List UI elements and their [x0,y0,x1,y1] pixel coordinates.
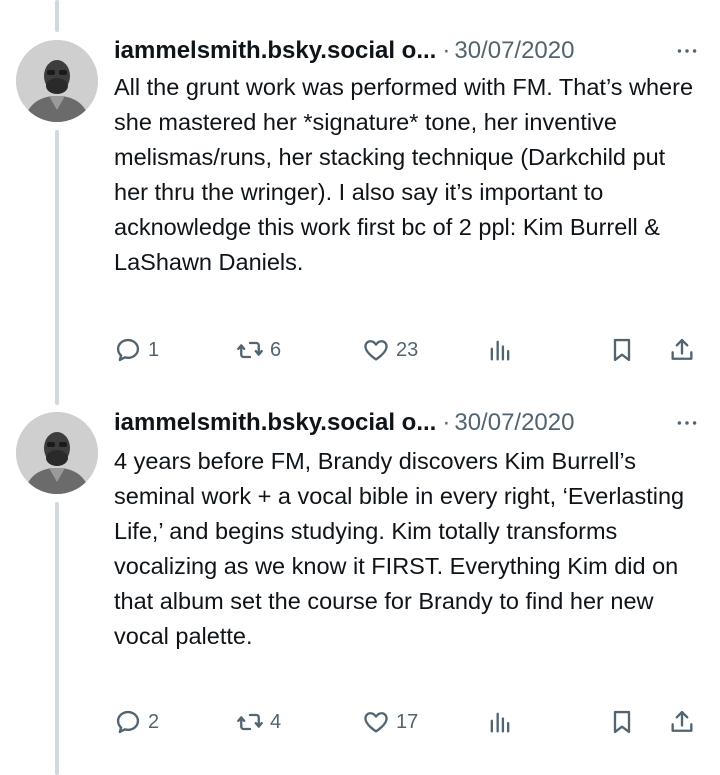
share-icon [671,710,693,732]
separator-dot: · [442,37,451,64]
like-count: 17 [396,710,419,733]
retweet-count: 6 [270,338,282,361]
reply-count: 2 [148,710,160,733]
tweet-actions: 2 4 17 [114,704,704,740]
avatar[interactable] [16,40,98,122]
like-button[interactable]: 23 [362,332,418,368]
retweet-icon [237,341,263,359]
reply-icon [116,710,140,734]
reply-count: 1 [148,338,160,361]
tweet-header: iammelsmith.bsky.social o... · 30/07/202… [114,406,704,440]
tweet-header: iammelsmith.bsky.social o... · 30/07/202… [114,34,704,68]
tweet[interactable]: iammelsmith.bsky.social o... · 30/07/202… [0,0,720,390]
bookmark-icon [613,338,631,362]
retweet-button[interactable]: 4 [236,704,281,740]
tweet-text: All the grunt work was performed with FM… [114,74,694,275]
like-count: 23 [396,338,419,361]
views-button[interactable] [486,704,514,740]
tweet-actions: 1 6 23 [114,332,704,368]
bookmark-button[interactable] [608,332,636,368]
heart-icon [364,340,388,361]
bookmark-icon [613,710,631,734]
retweet-icon [237,713,263,731]
thread-line-bottom [55,502,59,775]
like-button[interactable]: 17 [362,704,418,740]
separator-dot: · [442,409,451,436]
share-button[interactable] [668,332,696,368]
tweet-date[interactable]: 30/07/2020 [454,409,574,437]
reply-button[interactable]: 2 [114,704,159,740]
analytics-icon [490,340,510,361]
reply-icon [116,338,140,362]
user-handle[interactable]: iammelsmith.bsky.social o... [114,409,436,437]
heart-icon [364,712,388,733]
user-handle[interactable]: iammelsmith.bsky.social o... [114,37,436,65]
tweet-date[interactable]: 30/07/2020 [454,37,574,65]
avatar-photo [16,412,98,494]
more-icon[interactable] [670,406,704,440]
retweet-count: 4 [270,710,282,733]
reply-button[interactable]: 1 [114,332,159,368]
bookmark-button[interactable] [608,704,636,740]
share-button[interactable] [668,704,696,740]
tweet-text: 4 years before FM, Brandy discovers Kim … [114,448,685,649]
views-button[interactable] [486,332,514,368]
avatar[interactable] [16,412,98,494]
retweet-button[interactable]: 6 [236,332,281,368]
avatar-photo [16,40,98,122]
share-icon [671,338,693,360]
analytics-icon [490,712,510,733]
more-icon[interactable] [670,34,704,68]
